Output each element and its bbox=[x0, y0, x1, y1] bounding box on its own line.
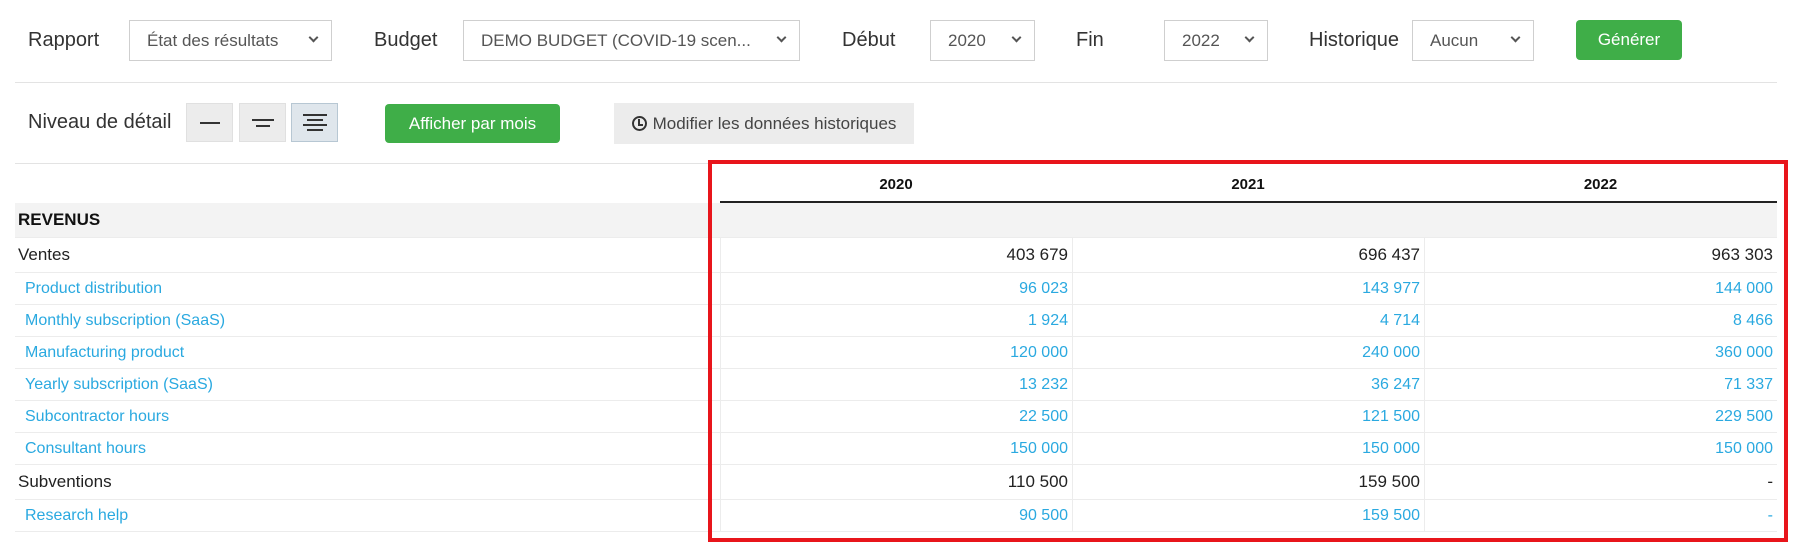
historique-value: Aucun bbox=[1430, 30, 1479, 50]
level-3-icon bbox=[302, 114, 327, 131]
value-cell[interactable]: 13 232 bbox=[720, 369, 1072, 400]
budget-label: Budget bbox=[374, 29, 438, 51]
row-label: Subventions bbox=[18, 472, 112, 491]
table-row[interactable]: Research help 90 500 159 500 - bbox=[15, 500, 1777, 532]
history-icon bbox=[631, 116, 647, 131]
table-row[interactable]: Yearly subscription (SaaS) 13 232 36 247… bbox=[15, 369, 1777, 401]
budget-value: DEMO BUDGET (COVID-19 scen... bbox=[481, 30, 751, 50]
rapport-dropdown[interactable]: État des résultats bbox=[129, 20, 332, 61]
row-label: Ventes bbox=[18, 245, 70, 264]
rapport-label: Rapport bbox=[28, 29, 100, 51]
year-header-2020: 2020 bbox=[879, 175, 913, 193]
value-cell[interactable]: 229 500 bbox=[1424, 401, 1777, 432]
detail-level-2-button[interactable] bbox=[239, 103, 286, 142]
chevron-down-icon bbox=[1510, 32, 1521, 43]
debut-value: 2020 bbox=[948, 30, 986, 50]
table-row-subventions: Subventions 110 500 159 500 - bbox=[15, 465, 1777, 500]
row-label-link[interactable]: Monthly subscription (SaaS) bbox=[25, 305, 225, 336]
value-cell: 696 437 bbox=[1072, 238, 1424, 272]
table-row-ventes: Ventes 403 679 696 437 963 303 bbox=[15, 238, 1777, 273]
value-cell[interactable]: 4 714 bbox=[1072, 305, 1424, 336]
value-cell: 963 303 bbox=[1424, 238, 1777, 272]
level-2-icon bbox=[251, 118, 274, 127]
value-cell: 403 679 bbox=[720, 238, 1072, 272]
report-filter-bar: Rapport État des résultats Budget DEMO B… bbox=[0, 0, 1800, 82]
value-cell[interactable]: 150 000 bbox=[1072, 433, 1424, 464]
edit-history-button[interactable]: Modifier les données historiques bbox=[614, 103, 914, 144]
detail-level-1-button[interactable] bbox=[186, 103, 233, 142]
value-cell: - bbox=[1424, 465, 1777, 499]
value-cell[interactable]: 360 000 bbox=[1424, 337, 1777, 368]
value-cell[interactable]: 22 500 bbox=[720, 401, 1072, 432]
divider bbox=[15, 163, 1777, 164]
detail-level-label: Niveau de détail bbox=[28, 111, 172, 133]
value-cell[interactable]: 8 466 bbox=[1424, 305, 1777, 336]
detail-level-3-button[interactable] bbox=[291, 103, 338, 142]
generate-button[interactable]: Générer bbox=[1576, 20, 1682, 60]
chevron-down-icon bbox=[776, 32, 787, 43]
value-cell[interactable]: 159 500 bbox=[1072, 500, 1424, 531]
fin-dropdown[interactable]: 2022 bbox=[1164, 20, 1268, 61]
value-cell[interactable]: 150 000 bbox=[1424, 433, 1777, 464]
row-label-link[interactable]: Manufacturing product bbox=[25, 337, 184, 368]
debut-dropdown[interactable]: 2020 bbox=[930, 20, 1035, 61]
income-statement-table: 2020 2021 2022 REVENUS Ventes 403 679 69… bbox=[15, 165, 1777, 532]
value-cell: 110 500 bbox=[720, 465, 1072, 499]
budget-dropdown[interactable]: DEMO BUDGET (COVID-19 scen... bbox=[463, 20, 800, 61]
value-cell[interactable]: 150 000 bbox=[720, 433, 1072, 464]
level-1-icon bbox=[199, 121, 220, 124]
value-cell[interactable]: 90 500 bbox=[720, 500, 1072, 531]
row-label-link[interactable]: Consultant hours bbox=[25, 433, 146, 464]
debut-label: Début bbox=[842, 29, 896, 51]
value-cell[interactable]: 144 000 bbox=[1424, 273, 1777, 304]
chevron-down-icon bbox=[308, 32, 319, 43]
row-label-link[interactable]: Yearly subscription (SaaS) bbox=[25, 369, 213, 400]
chevron-down-icon bbox=[1011, 32, 1022, 43]
section-title: REVENUS bbox=[18, 210, 101, 229]
table-row[interactable]: Manufacturing product 120 000 240 000 36… bbox=[15, 337, 1777, 369]
row-label-link[interactable]: Subcontractor hours bbox=[25, 401, 169, 432]
table-row[interactable]: Product distribution 96 023 143 977 144 … bbox=[15, 273, 1777, 305]
value-cell[interactable]: 120 000 bbox=[720, 337, 1072, 368]
row-label-link[interactable]: Product distribution bbox=[25, 273, 162, 304]
value-cell[interactable]: 71 337 bbox=[1424, 369, 1777, 400]
rapport-value: État des résultats bbox=[147, 30, 279, 50]
historique-dropdown[interactable]: Aucun bbox=[1412, 20, 1534, 61]
year-header-2021: 2021 bbox=[1231, 175, 1265, 193]
table-row[interactable]: Consultant hours 150 000 150 000 150 000 bbox=[15, 433, 1777, 465]
table-row[interactable]: Subcontractor hours 22 500 121 500 229 5… bbox=[15, 401, 1777, 433]
value-cell: 159 500 bbox=[1072, 465, 1424, 499]
edit-history-label: Modifier les données historiques bbox=[652, 113, 897, 133]
detail-toolbar: Niveau de détail Afficher par mois Modif… bbox=[0, 83, 1800, 163]
fin-value: 2022 bbox=[1182, 30, 1220, 50]
value-cell[interactable]: 143 977 bbox=[1072, 273, 1424, 304]
value-cell[interactable]: 240 000 bbox=[1072, 337, 1424, 368]
year-header-2022: 2022 bbox=[1583, 175, 1618, 193]
section-row-revenus: REVENUS bbox=[15, 203, 1777, 238]
value-cell[interactable]: 96 023 bbox=[720, 273, 1072, 304]
table-row[interactable]: Monthly subscription (SaaS) 1 924 4 714 … bbox=[15, 305, 1777, 337]
historique-label: Historique bbox=[1309, 29, 1400, 51]
value-cell[interactable]: 36 247 bbox=[1072, 369, 1424, 400]
show-by-month-button[interactable]: Afficher par mois bbox=[385, 104, 560, 143]
value-cell[interactable]: - bbox=[1424, 500, 1777, 531]
chevron-down-icon bbox=[1244, 32, 1255, 43]
table-header-row: 2020 2021 2022 bbox=[15, 165, 1777, 203]
value-cell[interactable]: 1 924 bbox=[720, 305, 1072, 336]
value-cell[interactable]: 121 500 bbox=[1072, 401, 1424, 432]
row-label-link[interactable]: Research help bbox=[25, 500, 128, 531]
fin-label: Fin bbox=[1076, 29, 1104, 51]
